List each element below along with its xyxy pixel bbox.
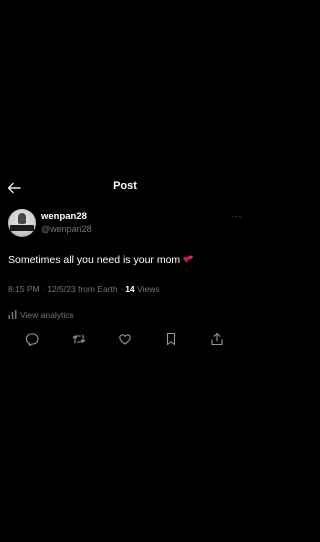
view-analytics-label: View analytics xyxy=(20,310,74,320)
tweet-time: 8:15 PM xyxy=(8,284,40,294)
analytics-icon xyxy=(8,310,17,319)
avatar-figure xyxy=(18,213,26,224)
two-hearts-icon xyxy=(183,255,193,263)
share-icon xyxy=(211,332,223,346)
page-title: Post xyxy=(113,180,137,192)
tweet-date: 12/5/23 xyxy=(47,284,76,294)
reply-icon xyxy=(25,333,39,346)
tweet-text: Sometimes all you need is your mom xyxy=(8,254,181,266)
share-button[interactable] xyxy=(210,332,224,346)
repost-icon xyxy=(72,334,86,344)
reply-button[interactable] xyxy=(25,332,39,346)
views-count: 14 xyxy=(125,284,135,294)
avatar[interactable] xyxy=(8,209,36,237)
views-label: Views xyxy=(134,284,160,294)
like-icon xyxy=(119,334,131,345)
header: Post xyxy=(0,176,250,200)
more-horizontal-icon[interactable]: ··· xyxy=(232,211,243,221)
avatar-band xyxy=(10,225,34,231)
like-button[interactable] xyxy=(118,332,132,346)
bookmark-icon xyxy=(166,332,176,346)
tweet-location: from Earth xyxy=(75,284,118,294)
author-handle[interactable]: @wenpan28 xyxy=(41,224,92,234)
view-analytics-link[interactable]: View analytics xyxy=(8,310,74,320)
tweet-text-row: Sometimes all you need is your mom xyxy=(8,254,244,266)
repost-button[interactable] xyxy=(72,332,86,346)
tweet-author: wenpan28 @wenpan28 ··· xyxy=(8,209,244,239)
tweet-meta: 8:15 PM · 12/5/23 from Earth · 14 Views xyxy=(8,284,160,294)
bookmark-button[interactable] xyxy=(164,332,178,346)
tweet-actions xyxy=(0,332,250,346)
author-name[interactable]: wenpan28 xyxy=(41,211,87,222)
